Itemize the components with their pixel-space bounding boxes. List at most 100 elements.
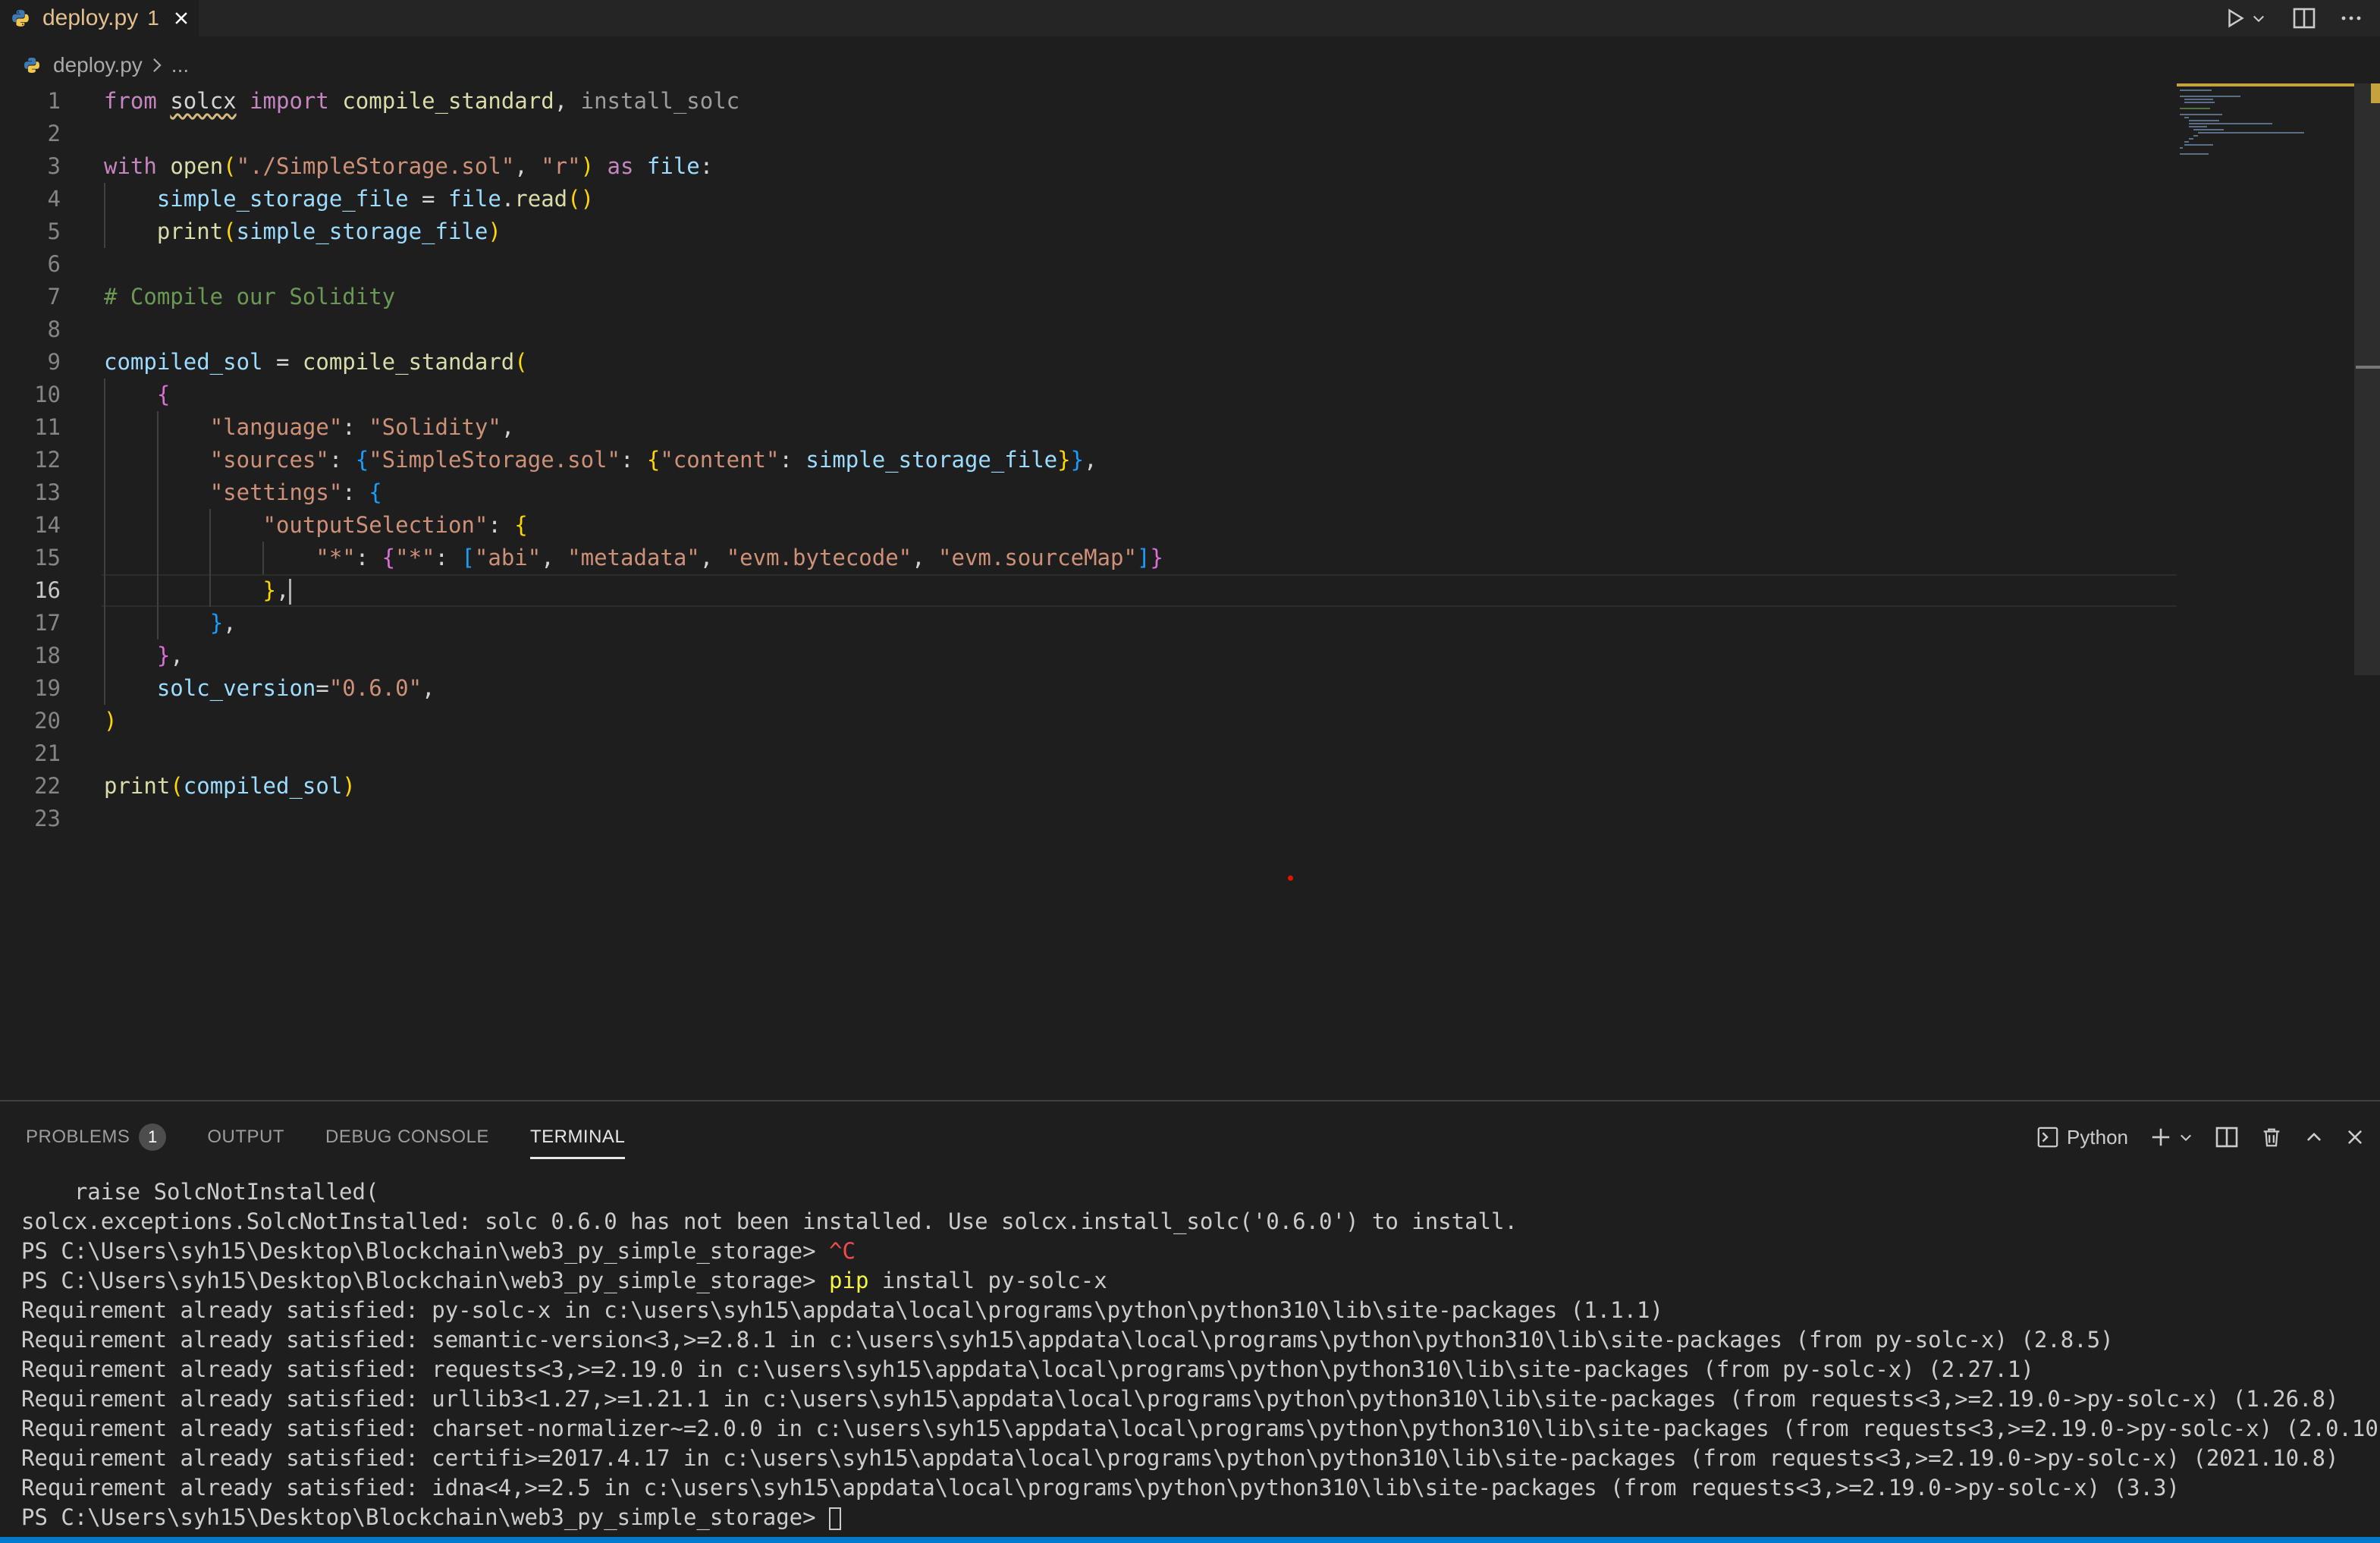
plus-icon[interactable] (2149, 1126, 2172, 1149)
pointer-dot (1288, 875, 1293, 881)
code-line[interactable]: 23 (0, 803, 2177, 835)
terminal-line: Requirement already satisfied: urllib3<1… (21, 1386, 2339, 1412)
code-line[interactable]: 4 simple_storage_file = file.read() (0, 183, 2177, 215)
indent-guide (104, 183, 105, 248)
code-text: "outputSelection": { (262, 512, 528, 538)
code-text: print(compiled_sol) (104, 773, 356, 799)
line-number: 14 (34, 512, 61, 538)
code-line[interactable]: 6 (0, 248, 2177, 281)
tab-problems-label: PROBLEMS (26, 1127, 130, 1147)
terminal-cursor (829, 1507, 842, 1530)
tab-deploy-py[interactable]: deploy.py 1 (0, 0, 199, 36)
code-line[interactable]: 12 "sources": {"SimpleStorage.sol": {"co… (0, 444, 2177, 476)
code-line[interactable]: 10 { (0, 379, 2177, 411)
code-line[interactable]: 7 # Compile our Solidity (0, 281, 2177, 313)
terminal-line: Requirement already satisfied: py-solc-x… (21, 1297, 1663, 1323)
minimap[interactable] (2177, 83, 2359, 167)
scrollbar-thumb[interactable] (2354, 83, 2380, 675)
code-line[interactable]: 13 "settings": { (0, 476, 2177, 509)
breadcrumb-file[interactable]: deploy.py (53, 53, 143, 77)
code-text: "sources": {"SimpleStorage.sol": {"conte… (209, 447, 1097, 473)
code-text: print(simple_storage_file) (156, 218, 501, 244)
code-line[interactable]: 14 "outputSelection": { (0, 509, 2177, 542)
line-number: 15 (34, 545, 61, 570)
bottom-panel: PROBLEMS 1 OUTPUT DEBUG CONSOLE TERMINAL… (0, 1100, 2380, 1543)
line-number: 12 (34, 447, 61, 473)
text-cursor (289, 579, 292, 605)
chevron-right-icon (152, 58, 162, 73)
code-line[interactable]: 9 compiled_sol = compile_standard( (0, 346, 2177, 379)
terminal-line: raise SolcNotInstalled( (21, 1179, 379, 1205)
tab-terminal[interactable]: TERMINAL (529, 1115, 626, 1159)
tab-problems[interactable]: PROBLEMS 1 (26, 1115, 167, 1159)
line-number: 4 (47, 186, 61, 212)
code-line[interactable]: 16 }, (0, 574, 2177, 607)
line-number: 21 (34, 740, 61, 766)
panel-tabs: PROBLEMS 1 OUTPUT DEBUG CONSOLE TERMINAL (26, 1115, 666, 1159)
split-terminal-icon[interactable] (2215, 1125, 2239, 1149)
code-line[interactable]: 22 print(compiled_sol) (0, 770, 2177, 803)
run-icon[interactable] (2224, 7, 2247, 30)
line-number: 2 (47, 121, 61, 146)
editor-tab-bar: deploy.py 1 (0, 0, 2380, 36)
code-line[interactable]: 21 (0, 737, 2177, 770)
indent-guide (262, 542, 264, 574)
line-number: 10 (34, 382, 61, 407)
terminal-line: PS C:\Users\syh15\Desktop\Blockchain\web… (21, 1238, 856, 1264)
editor-actions (2224, 0, 2380, 36)
terminal-icon (2037, 1127, 2058, 1148)
terminal-line: Requirement already satisfied: requests<… (21, 1356, 2034, 1382)
tab-output-label: OUTPUT (207, 1127, 285, 1147)
status-bar (0, 1537, 2380, 1543)
code-line[interactable]: 5 print(simple_storage_file) (0, 215, 2177, 248)
terminal-output[interactable]: raise SolcNotInstalled( solcx.exceptions… (21, 1177, 2380, 1532)
split-editor-icon[interactable] (2292, 6, 2316, 30)
terminal-prompt-line: PS C:\Users\syh15\Desktop\Blockchain\web… (21, 1503, 2357, 1532)
indent-guide (209, 509, 212, 607)
line-number: 19 (34, 675, 61, 701)
scrollbar-warning-marker (2371, 83, 2380, 103)
code-line[interactable]: 17 }, (0, 607, 2177, 640)
line-number: 17 (34, 610, 61, 636)
editor-scrollbar[interactable] (2354, 83, 2380, 1100)
close-icon[interactable] (2345, 1127, 2365, 1147)
chevron-up-icon[interactable] (2304, 1127, 2324, 1147)
code-line[interactable]: 18 }, (0, 640, 2177, 672)
python-file-icon (12, 10, 29, 27)
code-line[interactable]: 19 solc_version="0.6.0", (0, 672, 2177, 705)
terminal-line: PS C:\Users\syh15\Desktop\Blockchain\web… (21, 1268, 1107, 1293)
line-number: 5 (47, 218, 61, 244)
code-text: "language": "Solidity", (209, 414, 515, 440)
code-line[interactable]: 8 (0, 313, 2177, 346)
more-icon[interactable] (2339, 6, 2363, 30)
chevron-down-icon[interactable] (2251, 11, 2266, 26)
code-text: "settings": { (209, 479, 382, 505)
chevron-down-icon[interactable] (2178, 1130, 2193, 1145)
trash-icon[interactable] (2260, 1126, 2283, 1149)
line-number: 18 (34, 643, 61, 668)
code-text: solc_version="0.6.0", (156, 675, 435, 701)
code-line[interactable]: 20) (0, 705, 2177, 737)
tab-debug-console[interactable]: DEBUG CONSOLE (325, 1115, 489, 1159)
line-number: 3 (47, 153, 61, 179)
terminal-line: Requirement already satisfied: charset-n… (21, 1416, 2380, 1441)
code-line[interactable]: 3 with open("./SimpleStorage.sol", "r") a… (0, 150, 2177, 183)
command-word: pip (829, 1268, 869, 1293)
breadcrumb-trail[interactable]: ... (171, 53, 189, 77)
code-line[interactable]: 11 "language": "Solidity", (0, 411, 2177, 444)
breadcrumb: deploy.py ... (23, 50, 189, 80)
terminal-shell-selector[interactable]: Python (2036, 1126, 2128, 1149)
code-text: # Compile our Solidity (104, 284, 396, 310)
tab-output[interactable]: OUTPUT (207, 1115, 284, 1159)
line-number: 22 (34, 773, 61, 799)
code-line[interactable]: 15 "*": {"*": ["abi", "metadata", "evm.b… (0, 542, 2177, 574)
close-icon[interactable] (173, 10, 190, 27)
terminal-line: solcx.exceptions.SolcNotInstalled: solc … (21, 1208, 1518, 1234)
code-editor[interactable]: 1 from solcx import compile_standard, ins… (0, 83, 2177, 1100)
code-line[interactable]: 2 (0, 118, 2177, 150)
code-text: simple_storage_file = file.read() (156, 186, 595, 212)
code-text: }, (156, 643, 184, 668)
code-line[interactable]: 1 from solcx import compile_standard, ins… (0, 85, 2177, 118)
command-args: install py-solc-x (868, 1268, 1107, 1293)
terminal-shell-name: Python (2067, 1125, 2128, 1149)
